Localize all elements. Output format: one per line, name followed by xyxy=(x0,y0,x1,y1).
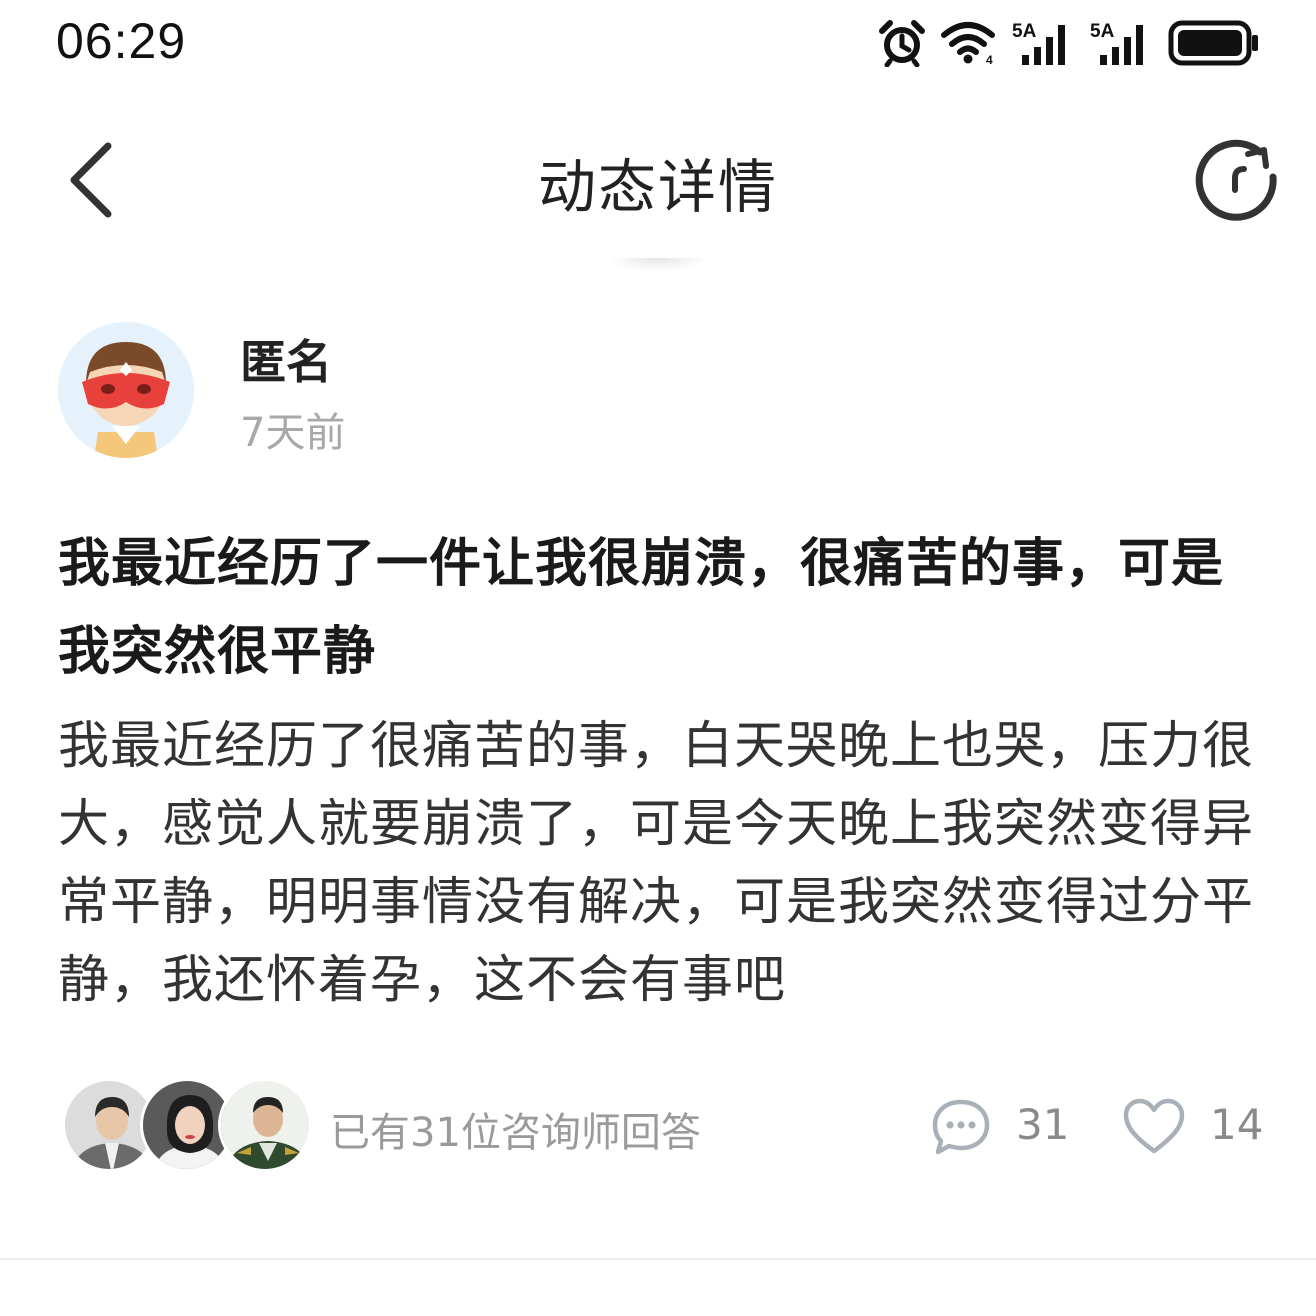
refresh-icon xyxy=(1195,139,1277,221)
wifi-icon: 4 xyxy=(941,22,995,65)
comment-count[interactable]: 31 xyxy=(1016,1100,1069,1149)
heart-icon xyxy=(1123,1098,1185,1154)
author-name: 匿名 xyxy=(240,335,332,389)
nav-shadow xyxy=(608,258,708,272)
status-bar: 06:29 4 5A 5A xyxy=(0,0,1316,90)
like-button[interactable] xyxy=(1122,1097,1186,1157)
signal-label: 5A xyxy=(1090,21,1115,42)
comment-button[interactable] xyxy=(930,1097,992,1157)
battery-icon xyxy=(1168,20,1258,66)
divider xyxy=(0,1258,1316,1260)
svg-text:4: 4 xyxy=(986,53,993,65)
post-time: 7天前 xyxy=(240,410,346,456)
like-count[interactable]: 14 xyxy=(1210,1100,1263,1149)
masked-avatar-icon xyxy=(58,322,194,458)
post-title: 我最近经历了一件让我很崩溃，很痛苦的事，可是我突然很平静 xyxy=(58,534,1225,682)
comment-icon xyxy=(932,1099,990,1155)
answerer-avatars[interactable] xyxy=(62,1078,322,1172)
signal-5a-icon: 5A xyxy=(1012,21,1065,65)
refresh-button[interactable] xyxy=(1192,132,1282,222)
nav-bar: 动态详情 xyxy=(0,110,1316,250)
page-title: 动态详情 xyxy=(537,153,778,221)
post-body: 我最近经历了很痛苦的事，白天哭晚上也哭，压力很大，感觉人就要崩溃了，可是今天晚上… xyxy=(58,717,1255,1010)
avatar[interactable] xyxy=(58,322,194,458)
alarm-icon xyxy=(879,20,925,67)
signal-5a-icon: 5A xyxy=(1090,21,1143,65)
answerer-avatar xyxy=(218,1078,312,1172)
status-time: 06:29 xyxy=(56,13,187,69)
signal-label: 5A xyxy=(1012,21,1037,42)
answer-count-text[interactable]: 已有31位咨询师回答 xyxy=(330,1100,701,1158)
status-icons: 4 5A 5A xyxy=(878,18,1260,68)
